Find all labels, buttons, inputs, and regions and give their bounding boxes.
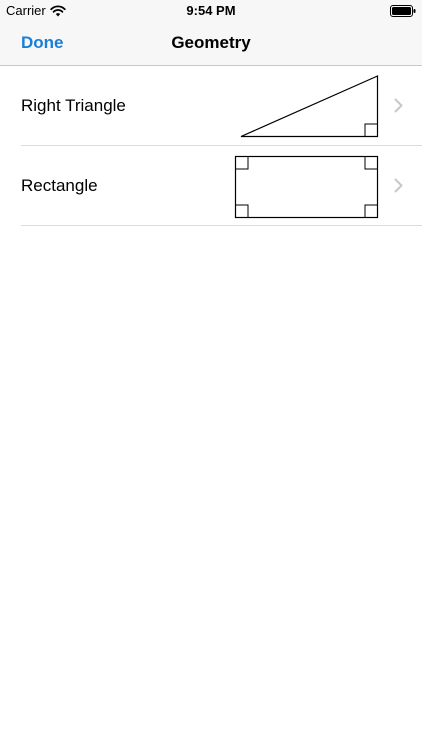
list-item-right-triangle[interactable]: Right Triangle <box>0 66 422 146</box>
chevron-right-icon <box>394 98 403 113</box>
page-title: Geometry <box>171 33 251 52</box>
rectangle-icon <box>234 155 379 219</box>
status-bar: Carrier 9:54 PM <box>0 0 422 22</box>
chevron-right-icon <box>394 178 403 193</box>
navigation-bar: Done Geometry <box>0 22 422 66</box>
status-time: 9:54 PM <box>186 3 236 18</box>
shape-list: Right Triangle Rectangle <box>0 66 422 226</box>
right-triangle-icon <box>240 75 379 138</box>
list-item-rectangle[interactable]: Rectangle <box>0 146 422 226</box>
battery-icon <box>390 5 416 17</box>
